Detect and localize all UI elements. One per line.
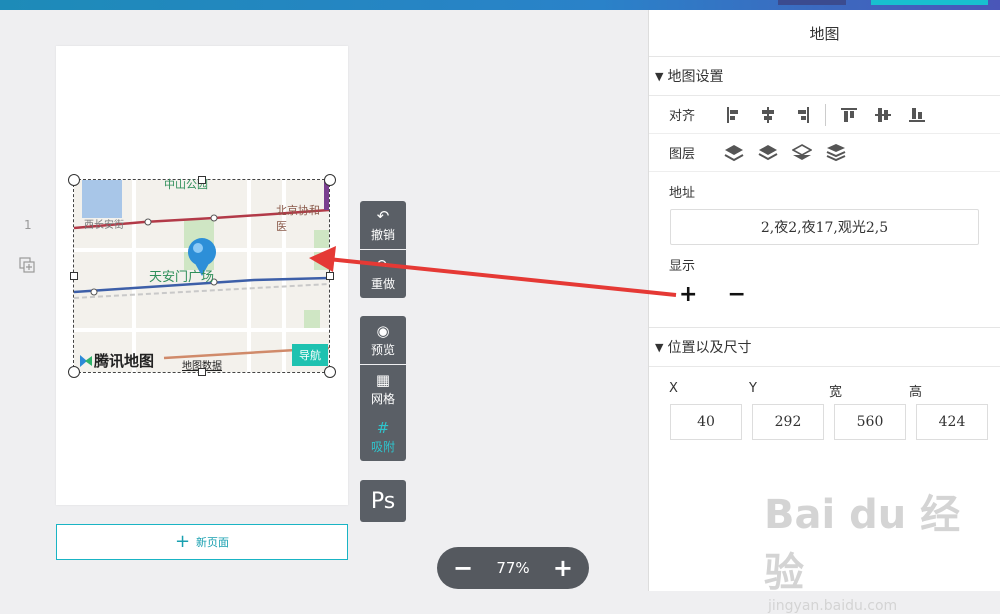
map-label: 北京协和医 [276,204,320,233]
panel-title: 地图 [649,10,1000,57]
layer-row: 图层 [649,134,1000,172]
divider [825,103,826,126]
hash-icon: # [376,418,390,437]
map-label: 天安门广场 [149,270,215,285]
watermark-brand: Bai du 经验 [764,492,961,596]
map-label: 西长安街 [84,220,124,231]
width-input[interactable]: 560 [834,404,906,440]
map-widget[interactable]: 中山公园 北京协和医 西长安街 天安门广场 腾讯地图 地图数据 导航 [68,174,336,378]
preview-label: 预览 [370,342,395,357]
address-label: 地址 [669,186,696,201]
redo-icon: ↷ [376,255,390,274]
watermark-url: jingyan.baidu.com [768,598,898,614]
height-input[interactable]: 424 [916,404,988,440]
top-bar [0,0,1000,10]
align-label: 对齐 [669,109,696,124]
snap-label: 吸附 [370,439,395,454]
undo-label: 撤销 [370,227,395,242]
navigation-button[interactable]: 导航 [292,344,328,366]
align-center-icon[interactable] [758,105,778,125]
redo-label: 重做 [370,276,395,291]
resize-handle[interactable] [198,176,206,184]
align-row: 对齐 [649,96,1000,134]
y-input[interactable]: 292 [752,404,824,440]
zoom-map-out-button[interactable]: − [727,282,745,307]
grid-label: 网格 [370,391,395,406]
redo-button[interactable]: ↷ 重做 [360,250,406,298]
plus-icon: + [174,531,191,552]
page-number: 1 [24,218,32,232]
align-left-icon[interactable] [724,105,744,125]
position-size-header[interactable]: ▼ 位置以及尺寸 [649,328,1000,367]
align-right-icon[interactable] [792,105,812,125]
map-settings-title: 地图设置 [667,69,724,85]
resize-handle[interactable] [324,366,336,378]
bring-forward-icon[interactable] [758,143,778,163]
undo-button[interactable]: ↶ 撤销 [360,201,406,249]
watermark: Bai du 经验 jingyan.baidu.com [764,482,1000,614]
address-input[interactable]: 2,夜2,夜17,观光2,5 [670,209,979,245]
display-controls: + − [649,274,1000,307]
collapse-icon: ▼ [655,69,664,83]
y-label: Y [749,381,757,396]
new-page-label: 新页面 [196,536,230,549]
zoom-in-button[interactable]: + [553,556,573,580]
map-settings-header[interactable]: ▼ 地图设置 [649,57,1000,96]
x-label: X [669,381,678,396]
send-backward-icon[interactable] [792,143,812,163]
layer-label: 图层 [669,147,696,162]
send-to-back-icon[interactable] [826,143,846,163]
grid-icon: ▦ [375,370,391,389]
resize-handle[interactable] [326,272,334,280]
width-label: 宽 [829,385,843,400]
align-middle-icon[interactable] [873,105,893,125]
snap-button[interactable]: # 吸附 [360,413,406,461]
bring-to-front-icon[interactable] [724,143,744,163]
copy-page-icon[interactable] [19,257,35,273]
undo-icon: ↶ [376,206,390,225]
resize-handle[interactable] [324,174,336,186]
x-input[interactable]: 40 [670,404,742,440]
zoom-control: − 77% + [437,547,589,589]
position-inputs: 40 292 560 424 [649,400,1000,440]
collapse-icon: ▼ [655,340,664,354]
new-page-button[interactable]: + 新页面 [56,524,348,560]
zoom-out-button[interactable]: − [453,556,473,580]
photoshop-button[interactable]: Ps [360,480,406,522]
resize-handle[interactable] [70,272,78,280]
resize-handle[interactable] [68,174,80,186]
map-logo-text: 腾讯地图 [94,352,155,370]
position-labels: X Y 宽 高 [649,367,1000,400]
top-button-right[interactable] [871,0,988,5]
position-size-title: 位置以及尺寸 [667,340,752,356]
height-label: 高 [909,385,923,400]
eye-icon: ◉ [376,321,390,340]
display-label: 显示 [669,259,696,274]
map-logo: 腾讯地图 [78,350,154,371]
zoom-level: 77% [496,559,530,577]
resize-handle[interactable] [198,368,206,376]
grid-button[interactable]: ▦ 网格 [360,365,406,413]
tencent-map-icon [80,354,92,367]
zoom-map-in-button[interactable]: + [679,282,697,307]
align-top-icon[interactable] [839,105,859,125]
preview-button[interactable]: ◉ 预览 [360,316,406,364]
top-button-left[interactable] [778,0,846,5]
align-bottom-icon[interactable] [907,105,927,125]
resize-handle[interactable] [68,366,80,378]
